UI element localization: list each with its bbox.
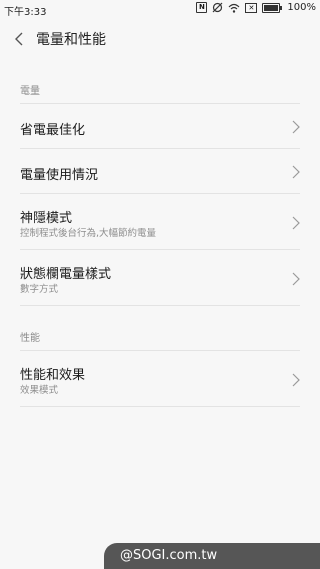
status-icons: N ✕ 100% (196, 2, 316, 13)
page-title: 電量和性能 (36, 32, 106, 48)
list-item-hidden-mode[interactable]: 神隱模式 控制程式後台行為,大幅節約電量 (0, 194, 320, 249)
list-item-title: 性能和效果 (20, 368, 86, 383)
battery-icon (262, 2, 283, 13)
wifi-icon (228, 3, 240, 13)
app-header: 電量和性能 (0, 18, 320, 60)
battery-fill (264, 4, 279, 11)
list-item-subtitle: 效果模式 (20, 385, 59, 396)
list-item-battery-optimization[interactable]: 省電最佳化 (0, 104, 320, 148)
chevron-left-icon[interactable] (12, 30, 28, 48)
list-item-performance-effects[interactable]: 性能和效果 效果模式 (0, 351, 320, 406)
list-item-subtitle: 數字方式 (20, 284, 59, 295)
section-label-performance: 性能 (20, 333, 40, 344)
battery-percent: 100% (287, 2, 316, 13)
chevron-right-icon (292, 215, 300, 230)
chevron-right-icon (292, 271, 300, 286)
section-label-power: 電量 (20, 86, 40, 97)
status-bar: 下午3:33 N ✕ 100% (0, 0, 320, 18)
list-item-title: 省電最佳化 (20, 123, 86, 138)
watermark: @SOGI.com.tw (104, 543, 320, 569)
divider (20, 305, 300, 306)
list-item-title: 神隱模式 (20, 211, 73, 226)
list-item-title: 電量使用情況 (20, 168, 99, 183)
mute-icon (212, 2, 223, 13)
list-item-subtitle: 控制程式後台行為,大幅節約電量 (20, 228, 157, 239)
nfc-icon: N (196, 2, 208, 13)
chevron-right-icon (292, 164, 300, 179)
chevron-right-icon (292, 372, 300, 387)
list-item-title: 狀態欄電量樣式 (20, 267, 112, 282)
chevron-right-icon (292, 119, 300, 134)
list-item-battery-usage[interactable]: 電量使用情況 (0, 149, 320, 193)
status-time: 下午3:33 (4, 7, 47, 18)
close-box-icon: ✕ (245, 2, 258, 13)
list-item-statusbar-battery-style[interactable]: 狀態欄電量樣式 數字方式 (0, 250, 320, 305)
divider (20, 406, 300, 407)
